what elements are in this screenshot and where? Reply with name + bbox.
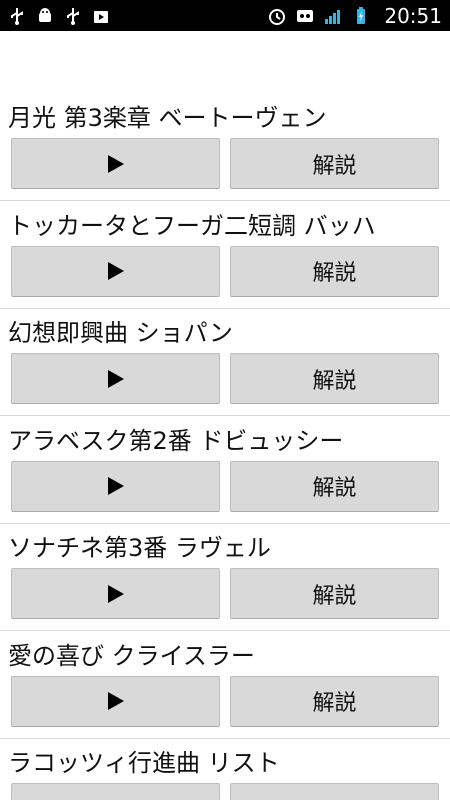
status-bar: 20:51 — [0, 0, 450, 31]
list-item: ソナチネ第3番 ラヴェル 解説 — [0, 530, 450, 638]
divider — [0, 415, 450, 416]
piece-title: 月光 第3楽章 ベートーヴェン — [8, 104, 327, 132]
play-button[interactable] — [11, 675, 220, 727]
commentary-button[interactable]: 解説 — [230, 460, 439, 512]
status-bar-right: 20:51 — [268, 4, 442, 28]
play-button[interactable] — [11, 353, 220, 404]
list-item: ラコッツィ行進曲 リスト — [0, 745, 450, 800]
list-item: 幻想即興曲 ショパン 解説 — [0, 315, 450, 423]
commentary-button[interactable]: 解説 — [230, 675, 439, 727]
piece-title: 幻想即興曲 ショパン — [8, 319, 233, 347]
commentary-button[interactable] — [230, 783, 439, 800]
commentary-button[interactable]: 解説 — [230, 353, 439, 404]
status-time: 20:51 — [384, 3, 442, 28]
play-button[interactable] — [11, 783, 220, 800]
play-icon — [107, 584, 124, 603]
divider — [0, 737, 450, 739]
signal-icon — [324, 7, 342, 25]
android-debug-icon — [36, 7, 54, 25]
piece-title: ラコッツィ行進曲 リスト — [8, 749, 280, 777]
piece-title: トッカータとフーガ二短調 バッハ — [8, 211, 376, 240]
play-button[interactable] — [11, 245, 220, 297]
list-item: 愛の喜び クライスラー 解説 — [0, 638, 450, 746]
commentary-button[interactable]: 解説 — [230, 138, 439, 189]
piece-title: アラベスク第2番 ドビュッシー — [8, 426, 344, 455]
battery-charging-icon — [352, 6, 370, 25]
play-button[interactable] — [11, 138, 220, 189]
play-icon — [107, 262, 124, 280]
list-item: アラベスク第2番 ドビュッシー 解説 — [0, 423, 450, 531]
notification-icon — [296, 7, 314, 25]
commentary-button[interactable]: 解説 — [230, 245, 439, 297]
divider — [0, 522, 450, 524]
piece-title: 愛の喜び クライスラー — [8, 641, 255, 670]
alarm-icon — [268, 7, 286, 25]
status-bar-left — [8, 7, 110, 25]
play-icon — [107, 477, 124, 495]
commentary-button[interactable]: 解説 — [230, 568, 439, 619]
play-store-icon — [92, 7, 110, 25]
divider — [0, 630, 450, 631]
play-icon — [107, 692, 124, 710]
play-icon — [107, 154, 124, 173]
divider — [0, 200, 450, 201]
play-button[interactable] — [11, 460, 220, 512]
usb-icon — [8, 7, 26, 25]
list-item: トッカータとフーガ二短調 バッハ 解説 — [0, 208, 450, 316]
piece-title: ソナチネ第3番 ラヴェル — [8, 534, 271, 562]
divider — [0, 307, 450, 309]
list-item: 月光 第3楽章 ベートーヴェン 解説 — [0, 100, 450, 208]
play-button[interactable] — [11, 568, 220, 619]
play-icon — [107, 369, 124, 388]
usb-icon — [64, 7, 82, 25]
